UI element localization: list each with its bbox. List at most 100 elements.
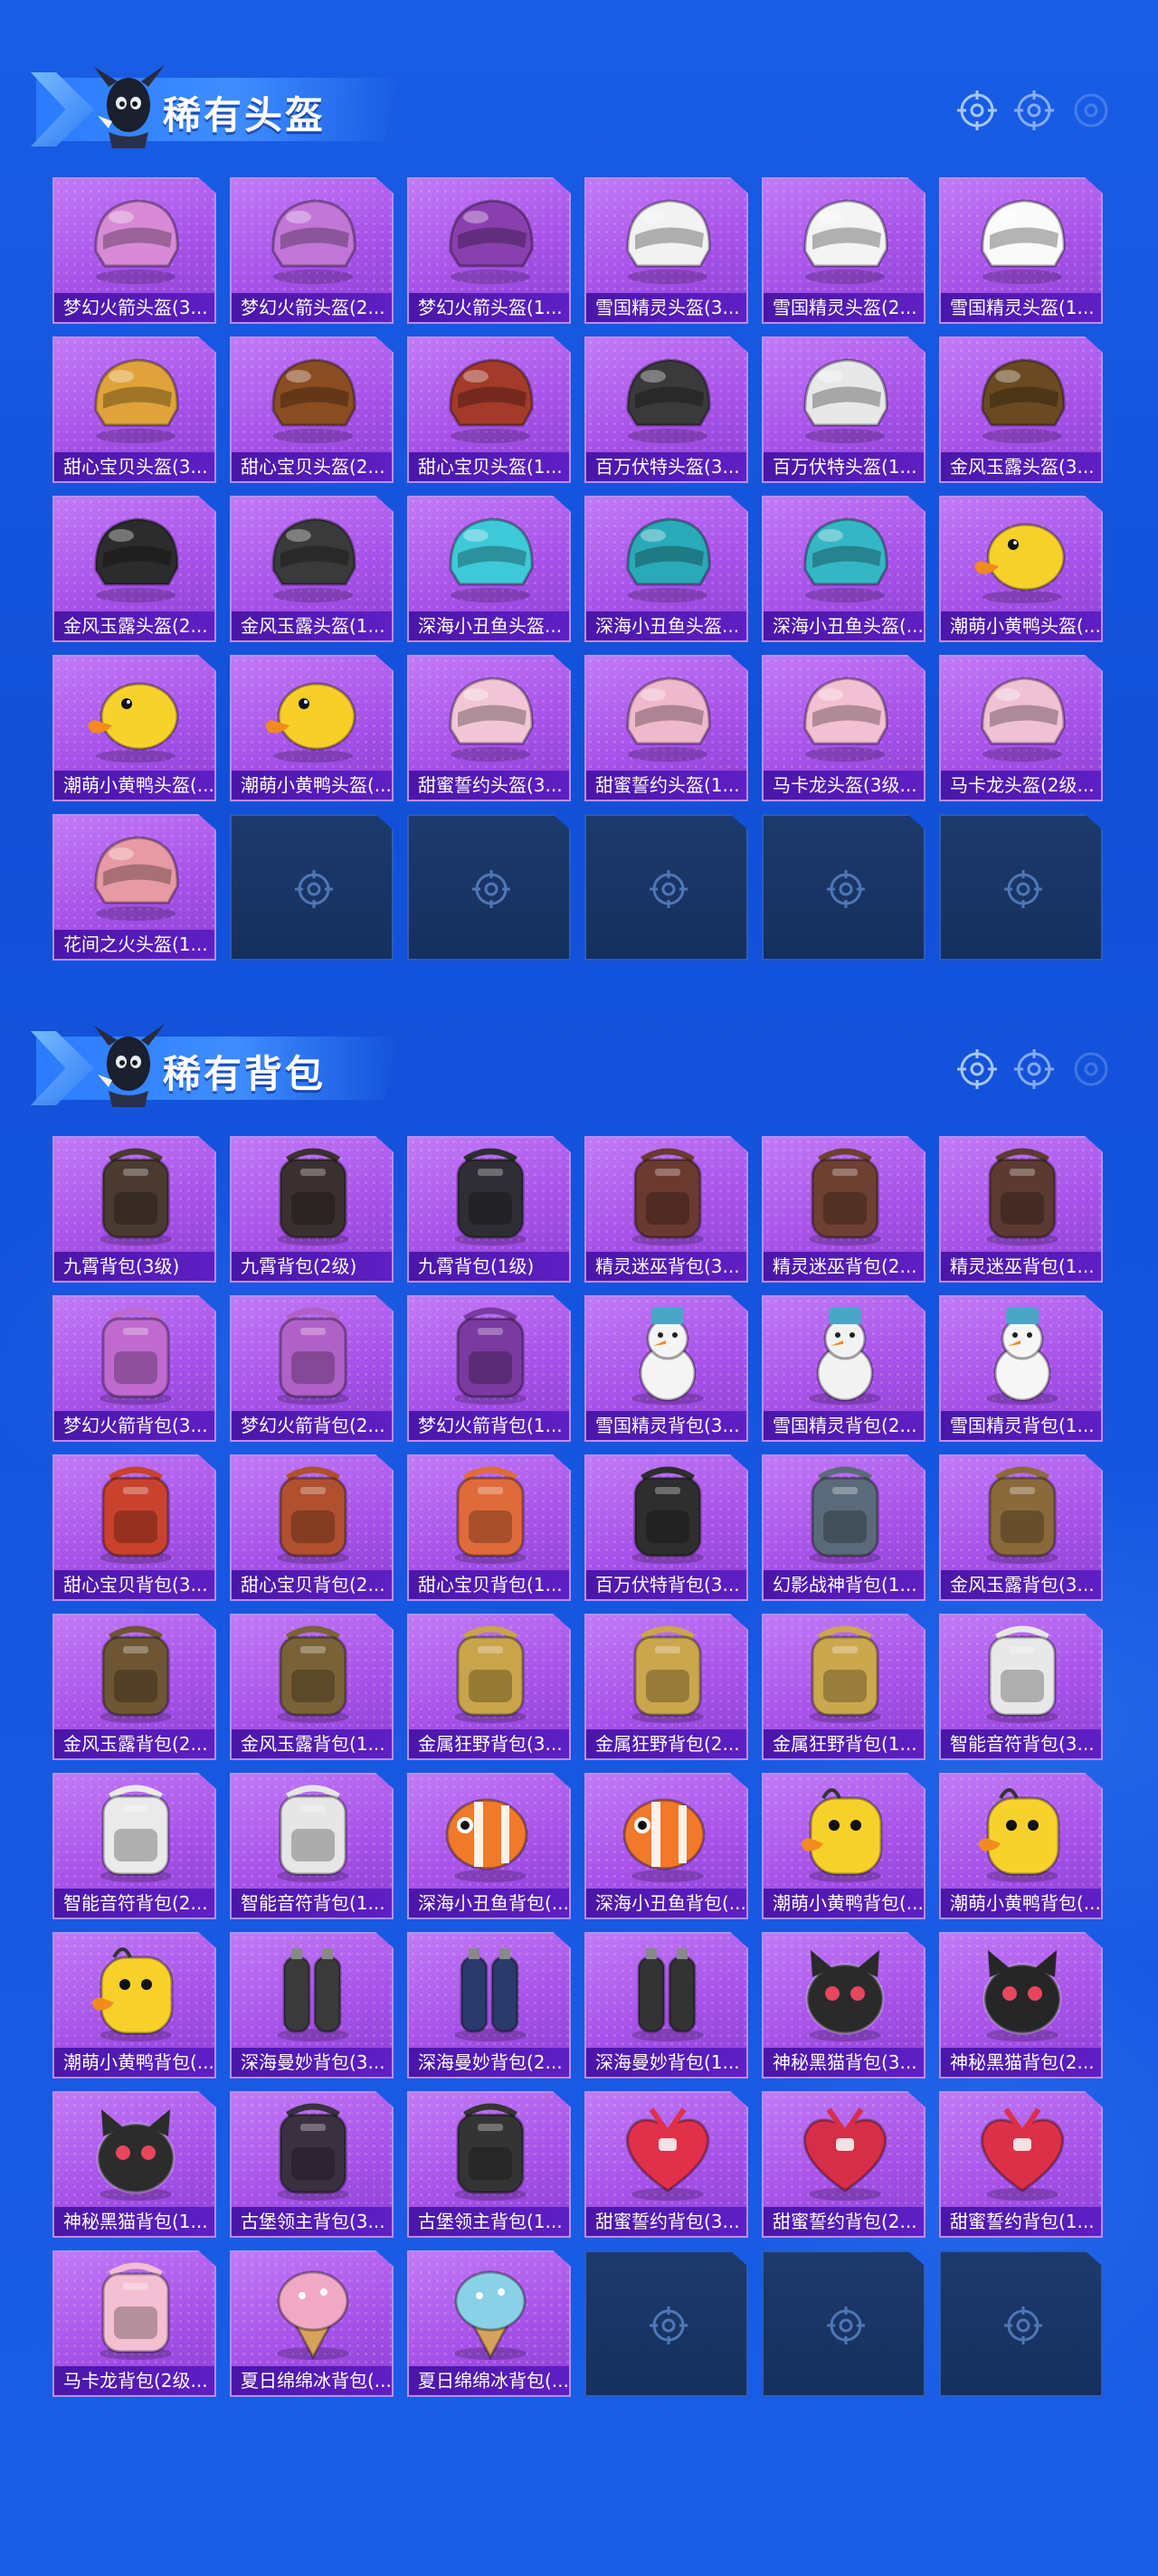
item-card[interactable]: 智能音符背包(2... [52,1773,216,1919]
empty-slot [584,2250,748,2397]
target-icon [827,2306,865,2344]
item-card[interactable]: 神秘黑猫背包(1... [52,2091,216,2238]
item-label: 深海曼妙背包(2... [409,2048,569,2077]
item-card[interactable]: 精灵迷巫背包(1... [939,1136,1103,1283]
item-card[interactable]: 雪国精灵头盔(1... [939,177,1103,324]
item-card[interactable]: 夏日绵绵冰背包(... [407,2250,571,2397]
item-card[interactable]: 马卡龙头盔(2级... [939,655,1103,801]
item-card[interactable]: 金风玉露头盔(1... [230,496,394,642]
item-label: 梦幻火箭背包(3... [54,1411,214,1440]
backpack-icon [454,1466,527,1564]
item-card[interactable]: 金风玉露背包(2... [52,1614,216,1760]
target-icon [1014,1049,1054,1089]
item-card[interactable]: 深海曼妙背包(3... [230,1932,394,2079]
item-label: 潮萌小黄鸭背包(... [941,1889,1101,1918]
item-card[interactable]: 金风玉露背包(3... [939,1454,1103,1601]
item-card[interactable]: 金风玉露背包(1... [230,1614,394,1760]
item-card[interactable]: 甜心宝贝背包(1... [407,1454,571,1601]
item-label: 金属狂野背包(1... [764,1729,924,1758]
item-label: 金风玉露头盔(3... [941,452,1101,481]
item-card[interactable]: 九霄背包(1级) [407,1136,571,1283]
item-card[interactable]: 甜蜜誓约背包(3... [584,2091,748,2238]
item-card[interactable]: 深海小丑鱼头盔... [407,496,571,642]
backpack-icon [631,1625,704,1723]
empty-slot [762,2250,925,2397]
item-card[interactable]: 梦幻火箭背包(1... [407,1295,571,1442]
item-card[interactable]: 古堡领主背包(1... [407,2091,571,2238]
item-card[interactable]: 雪国精灵背包(2... [762,1295,925,1442]
item-card[interactable]: 潮萌小黄鸭头盔(... [939,496,1103,642]
item-label: 梦幻火箭头盔(3... [54,293,214,322]
item-card[interactable]: 潮萌小黄鸭背包(... [52,1932,216,2079]
item-card[interactable]: 梦幻火箭背包(3... [52,1295,216,1442]
helmet-icon [449,199,534,284]
helmet-icon [449,677,534,762]
item-card[interactable]: 神秘黑猫背包(3... [762,1932,925,2079]
item-card[interactable]: 金属狂野背包(3... [407,1614,571,1760]
item-card[interactable]: 幻影战神背包(1... [762,1454,925,1601]
helmet-icon [803,358,888,443]
item-card[interactable]: 甜蜜誓约背包(1... [939,2091,1103,2238]
tank-icon [631,1948,704,2041]
item-card[interactable]: 马卡龙头盔(3级... [762,655,925,801]
fish-icon [445,1798,528,1882]
item-card[interactable]: 甜心宝贝背包(3... [52,1454,216,1601]
item-card[interactable]: 金属狂野背包(1... [762,1614,925,1760]
item-card[interactable]: 雪国精灵头盔(3... [584,177,748,324]
item-card[interactable]: 深海小丑鱼背包(... [584,1773,748,1919]
item-label: 甜心宝贝头盔(1... [409,452,569,481]
item-label: 金风玉露背包(1... [232,1729,392,1758]
item-card[interactable]: 百万伏特头盔(3... [584,336,748,483]
cat-icon [96,2109,176,2201]
item-card[interactable]: 甜蜜誓约头盔(1... [584,655,748,801]
item-card[interactable]: 潮萌小黄鸭头盔(... [52,655,216,801]
item-card[interactable]: 雪国精灵背包(3... [584,1295,748,1442]
item-card[interactable]: 智能音符背包(3... [939,1614,1103,1760]
target-icon [1074,1052,1108,1086]
backpack-icon [277,2103,349,2201]
item-card[interactable]: 深海曼妙背包(2... [407,1932,571,2079]
item-card[interactable]: 深海小丑鱼头盔(... [762,496,925,642]
item-card[interactable]: 九霄背包(3级) [52,1136,216,1283]
item-card[interactable]: 甜心宝贝头盔(3... [52,336,216,483]
item-card[interactable]: 甜心宝贝头盔(2... [230,336,394,483]
item-card[interactable]: 梦幻火箭头盔(3... [52,177,216,324]
item-label: 梦幻火箭头盔(1... [409,293,569,322]
item-card[interactable]: 甜心宝贝头盔(1... [407,336,571,483]
item-card[interactable]: 雪国精灵背包(1... [939,1295,1103,1442]
item-card[interactable]: 深海小丑鱼头盔... [584,496,748,642]
item-card[interactable]: 甜蜜誓约背包(2... [762,2091,925,2238]
item-card[interactable]: 金风玉露头盔(2... [52,496,216,642]
item-card[interactable]: 百万伏特头盔(1... [762,336,925,483]
item-card[interactable]: 九霄背包(2级) [230,1136,394,1283]
item-card[interactable]: 精灵迷巫背包(3... [584,1136,748,1283]
item-card[interactable]: 深海小丑鱼背包(... [407,1773,571,1919]
item-card[interactable]: 神秘黑猫背包(2... [939,1932,1103,2079]
item-card[interactable]: 梦幻火箭头盔(2... [230,177,394,324]
item-card[interactable]: 梦幻火箭背包(2... [230,1295,394,1442]
item-label: 深海小丑鱼头盔... [409,611,569,640]
item-card[interactable]: 梦幻火箭头盔(1... [407,177,571,324]
target-icon [650,870,688,908]
item-label: 潮萌小黄鸭背包(... [764,1889,924,1918]
item-card[interactable]: 深海曼妙背包(1... [584,1932,748,2079]
item-card[interactable]: 古堡领主背包(3... [230,2091,394,2238]
item-card[interactable]: 潮萌小黄鸭背包(... [939,1773,1103,1919]
item-card[interactable]: 甜心宝贝背包(2... [230,1454,394,1601]
snowman-icon [986,1308,1058,1405]
item-card[interactable]: 潮萌小黄鸭头盔(... [230,655,394,801]
item-card[interactable]: 金风玉露头盔(3... [939,336,1103,483]
item-card[interactable]: 金属狂野背包(2... [584,1614,748,1760]
item-card[interactable]: 智能音符背包(1... [230,1773,394,1919]
item-card[interactable]: 夏日绵绵冰背包(... [230,2250,394,2397]
item-card[interactable]: 潮萌小黄鸭背包(... [762,1773,925,1919]
item-card[interactable]: 花间之火头盔(1... [52,814,216,961]
item-card[interactable]: 雪国精灵头盔(2... [762,177,925,324]
helmet-icon [803,517,888,602]
item-card[interactable]: 精灵迷巫背包(2... [762,1136,925,1283]
mascot-icon [94,1024,165,1107]
item-card[interactable]: 甜蜜誓约头盔(3... [407,655,571,801]
item-card[interactable]: 百万伏特背包(3... [584,1454,748,1601]
helmet-icon [271,199,356,284]
item-card[interactable]: 马卡龙背包(2级... [52,2250,216,2397]
